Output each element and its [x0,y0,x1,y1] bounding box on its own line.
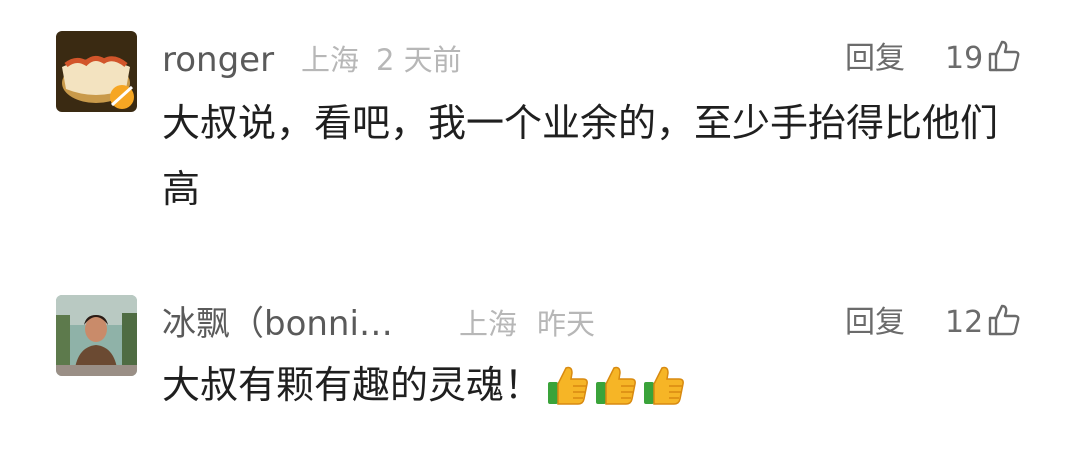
comment-text: 大叔有颗有趣的灵魂！ [162,363,543,407]
comment-text: 大叔说，看吧，我一个业余的，至少手抬得比他们高 [162,101,999,211]
comment-location: 上海 [459,307,518,341]
reply-button[interactable]: 回复 [845,44,905,74]
like-count: 12 [945,305,984,340]
username[interactable]: 冰飘（bonni… [162,307,393,341]
username[interactable]: ronger [162,43,274,77]
comment-time: 2 天前 [376,43,462,77]
comment-location: 上海 [301,43,360,77]
comment-time: 昨天 [537,307,596,341]
thumbs-up-outline-icon[interactable] [986,38,1022,74]
avatar-image [56,31,137,112]
avatar[interactable] [56,295,137,376]
thumbs-up-emoji-icon [596,366,636,405]
thumbs-up-emoji-icon [548,366,588,405]
avatar[interactable] [56,31,137,112]
comment-item: 冰飘（bonni… 上海 昨天 回复 12 大叔有颗有趣的灵魂！ [0,240,1080,453]
like-count: 19 [945,41,984,76]
reply-button[interactable]: 回复 [845,308,905,338]
comment-text-line: 大叔有颗有趣的灵魂！ [162,352,1032,418]
thumbs-up-emoji-icon [644,366,684,405]
thumbs-up-outline-icon[interactable] [986,302,1022,338]
avatar-image [56,295,137,376]
comment-item: ronger 上海 2 天前 回复 19 大叔说，看吧，我一个业余的，至少手抬得… [0,0,1080,240]
